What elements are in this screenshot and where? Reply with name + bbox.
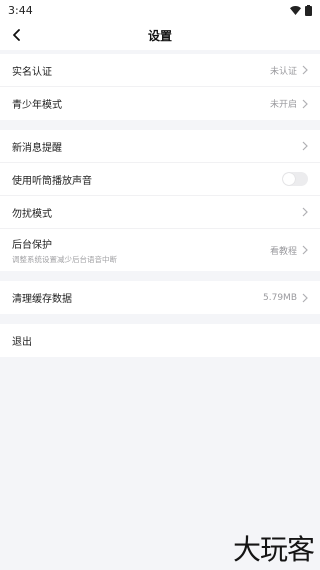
settings-group-account: 实名认证 未认证 青少年模式 未开启 [0, 54, 320, 120]
settings-group-logout: 退出 [0, 324, 320, 357]
settings-screen: 3:44 设置 实名认证 未认证 青少年模式 未开启 新消息提醒 使用听筒播放声… [0, 0, 320, 570]
row-real-name-auth[interactable]: 实名认证 未认证 [0, 54, 320, 87]
section-gap [0, 271, 320, 281]
row-text-block: 后台保护 调整系统设置减少后台语音中断 [12, 236, 117, 265]
page-title: 设置 [147, 28, 172, 43]
back-button[interactable] [6, 25, 26, 45]
row-value: 未开启 [269, 100, 297, 110]
row-label: 新消息提醒 [12, 142, 62, 154]
row-teen-mode[interactable]: 青少年模式 未开启 [0, 87, 320, 120]
status-time: 3:44 [8, 3, 33, 17]
settings-group-notifications: 新消息提醒 使用听筒播放声音 勿扰模式 后台保护 调整系统设置减少后台语音中断 … [0, 130, 320, 271]
row-subtitle: 调整系统设置减少后台语音中断 [12, 254, 117, 264]
row-do-not-disturb[interactable]: 勿扰模式 [0, 196, 320, 229]
earpiece-toggle[interactable] [282, 172, 308, 186]
chevron-right-icon [302, 207, 308, 217]
watermark-logo: 大玩客 [232, 533, 315, 566]
row-new-message-reminder[interactable]: 新消息提醒 [0, 130, 320, 163]
chevron-right-icon [302, 65, 308, 75]
row-clear-cache[interactable]: 清理缓存数据 5.79MB [0, 281, 320, 314]
row-value: 看教程 [269, 246, 297, 257]
chevron-right-icon [302, 141, 308, 151]
section-gap [0, 314, 320, 324]
row-background-protection[interactable]: 后台保护 调整系统设置减少后台语音中断 看教程 [0, 229, 320, 271]
chevron-left-icon [12, 29, 20, 41]
section-gap [0, 120, 320, 130]
chevron-right-icon [302, 293, 308, 302]
row-label: 青少年模式 [12, 100, 62, 111]
row-label: 实名认证 [12, 66, 52, 78]
status-bar: 3:44 [0, 0, 320, 20]
toggle-knob [283, 173, 295, 185]
row-label: 使用听筒播放声音 [12, 175, 92, 187]
wifi-icon [290, 5, 301, 15]
header-bar: 设置 [0, 20, 320, 50]
status-icons [290, 4, 312, 16]
settings-group-cache: 清理缓存数据 5.79MB [0, 281, 320, 314]
row-label: 勿扰模式 [12, 208, 52, 220]
battery-icon [305, 4, 312, 16]
row-value: 未认证 [269, 66, 297, 77]
row-label: 后台保护 [12, 239, 52, 251]
row-value: 5.79MB [263, 292, 297, 303]
chevron-right-icon [302, 99, 308, 108]
chevron-right-icon [302, 245, 308, 255]
row-earpiece-playback: 使用听筒播放声音 [0, 163, 320, 196]
row-label: 退出 [12, 337, 32, 348]
logout-button[interactable]: 退出 [0, 324, 320, 357]
row-label: 清理缓存数据 [12, 294, 72, 305]
